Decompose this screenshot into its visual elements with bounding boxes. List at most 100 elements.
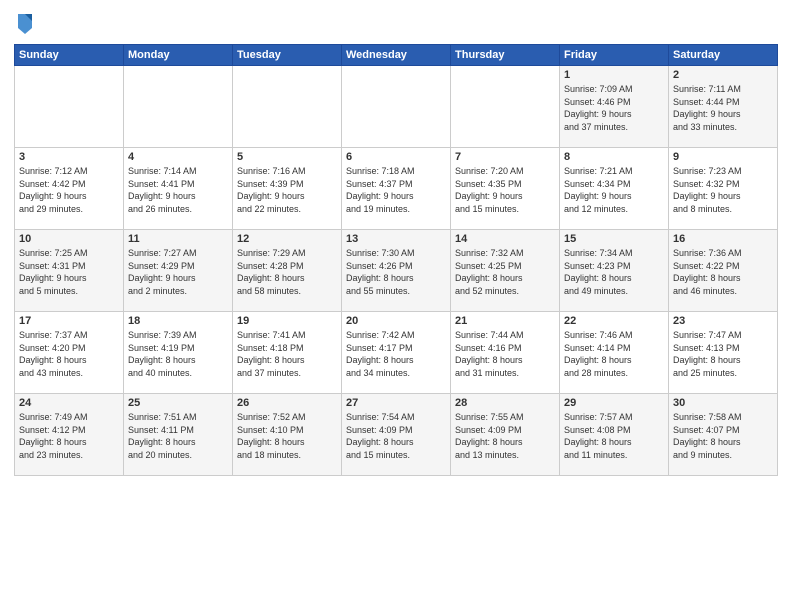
day-info: Sunrise: 7:46 AM Sunset: 4:14 PM Dayligh…	[564, 329, 664, 379]
day-info: Sunrise: 7:58 AM Sunset: 4:07 PM Dayligh…	[673, 411, 773, 461]
calendar-cell: 7Sunrise: 7:20 AM Sunset: 4:35 PM Daylig…	[451, 148, 560, 230]
day-info: Sunrise: 7:21 AM Sunset: 4:34 PM Dayligh…	[564, 165, 664, 215]
day-info: Sunrise: 7:54 AM Sunset: 4:09 PM Dayligh…	[346, 411, 446, 461]
day-number: 16	[673, 233, 773, 245]
calendar-cell	[451, 66, 560, 148]
day-info: Sunrise: 7:32 AM Sunset: 4:25 PM Dayligh…	[455, 247, 555, 297]
calendar-cell: 26Sunrise: 7:52 AM Sunset: 4:10 PM Dayli…	[233, 394, 342, 476]
col-header-wednesday: Wednesday	[342, 45, 451, 66]
calendar-cell: 29 Sunrise: 7:57 AM Sunset: 4:08 PM Dayli…	[560, 394, 669, 476]
calendar-cell	[233, 66, 342, 148]
day-info: Sunrise: 7:37 AM Sunset: 4:20 PM Dayligh…	[19, 329, 119, 379]
calendar-cell: 8 Sunrise: 7:21 AM Sunset: 4:34 PM Daylig…	[560, 148, 669, 230]
day-number: 9	[673, 151, 773, 163]
day-number: 14	[455, 233, 555, 245]
day-number: 20	[346, 315, 446, 327]
day-number: 15	[564, 233, 664, 245]
day-info: Sunrise: 7:18 AM Sunset: 4:37 PM Dayligh…	[346, 165, 446, 215]
calendar-cell: 15 Sunrise: 7:34 AM Sunset: 4:23 PM Dayli…	[560, 230, 669, 312]
logo-icon	[14, 10, 36, 38]
day-number: 21	[455, 315, 555, 327]
col-header-tuesday: Tuesday	[233, 45, 342, 66]
day-number: 13	[346, 233, 446, 245]
day-number: 10	[19, 233, 119, 245]
calendar-cell: 14 Sunrise: 7:32 AM Sunset: 4:25 PM Dayli…	[451, 230, 560, 312]
calendar-cell: 17Sunrise: 7:37 AM Sunset: 4:20 PM Dayli…	[15, 312, 124, 394]
day-info: Sunrise: 7:12 AM Sunset: 4:42 PM Dayligh…	[19, 165, 119, 215]
day-number: 12	[237, 233, 337, 245]
day-number: 19	[237, 315, 337, 327]
day-info: Sunrise: 7:51 AM Sunset: 4:11 PM Dayligh…	[128, 411, 228, 461]
day-number: 1	[564, 69, 664, 81]
calendar-cell	[342, 66, 451, 148]
day-info: Sunrise: 7:41 AM Sunset: 4:18 PM Dayligh…	[237, 329, 337, 379]
day-number: 2	[673, 69, 773, 81]
day-number: 29	[564, 397, 664, 409]
day-info: Sunrise: 7:49 AM Sunset: 4:12 PM Dayligh…	[19, 411, 119, 461]
calendar-cell: 1Sunrise: 7:09 AM Sunset: 4:46 PM Daylig…	[560, 66, 669, 148]
calendar-cell: 9Sunrise: 7:23 AM Sunset: 4:32 PM Daylig…	[669, 148, 778, 230]
calendar-cell	[15, 66, 124, 148]
calendar-cell: 11 Sunrise: 7:27 AM Sunset: 4:29 PM Dayli…	[124, 230, 233, 312]
calendar-cell: 16 Sunrise: 7:36 AM Sunset: 4:22 PM Dayli…	[669, 230, 778, 312]
logo	[14, 10, 38, 38]
calendar-cell: 4 Sunrise: 7:14 AM Sunset: 4:41 PM Daylig…	[124, 148, 233, 230]
day-number: 11	[128, 233, 228, 245]
header	[14, 10, 778, 38]
day-info: Sunrise: 7:42 AM Sunset: 4:17 PM Dayligh…	[346, 329, 446, 379]
calendar-cell: 21 Sunrise: 7:44 AM Sunset: 4:16 PM Dayli…	[451, 312, 560, 394]
day-info: Sunrise: 7:36 AM Sunset: 4:22 PM Dayligh…	[673, 247, 773, 297]
calendar-cell: 10 Sunrise: 7:25 AM Sunset: 4:31 PM Dayli…	[15, 230, 124, 312]
calendar-cell	[124, 66, 233, 148]
calendar-cell: 3 Sunrise: 7:12 AM Sunset: 4:42 PM Daylig…	[15, 148, 124, 230]
calendar-week-4: 17Sunrise: 7:37 AM Sunset: 4:20 PM Dayli…	[15, 312, 778, 394]
col-header-thursday: Thursday	[451, 45, 560, 66]
calendar-cell: 6 Sunrise: 7:18 AM Sunset: 4:37 PM Daylig…	[342, 148, 451, 230]
calendar-table: SundayMondayTuesdayWednesdayThursdayFrid…	[14, 44, 778, 476]
day-info: Sunrise: 7:16 AM Sunset: 4:39 PM Dayligh…	[237, 165, 337, 215]
day-info: Sunrise: 7:57 AM Sunset: 4:08 PM Dayligh…	[564, 411, 664, 461]
day-info: Sunrise: 7:34 AM Sunset: 4:23 PM Dayligh…	[564, 247, 664, 297]
calendar-cell: 30 Sunrise: 7:58 AM Sunset: 4:07 PM Dayli…	[669, 394, 778, 476]
calendar-cell: 19 Sunrise: 7:41 AM Sunset: 4:18 PM Dayli…	[233, 312, 342, 394]
calendar-cell: 2 Sunrise: 7:11 AM Sunset: 4:44 PM Daylig…	[669, 66, 778, 148]
day-number: 7	[455, 151, 555, 163]
day-info: Sunrise: 7:11 AM Sunset: 4:44 PM Dayligh…	[673, 83, 773, 133]
day-number: 28	[455, 397, 555, 409]
day-number: 3	[19, 151, 119, 163]
day-number: 30	[673, 397, 773, 409]
calendar-week-5: 24 Sunrise: 7:49 AM Sunset: 4:12 PM Dayli…	[15, 394, 778, 476]
day-info: Sunrise: 7:55 AM Sunset: 4:09 PM Dayligh…	[455, 411, 555, 461]
day-info: Sunrise: 7:44 AM Sunset: 4:16 PM Dayligh…	[455, 329, 555, 379]
day-info: Sunrise: 7:27 AM Sunset: 4:29 PM Dayligh…	[128, 247, 228, 297]
day-info: Sunrise: 7:47 AM Sunset: 4:13 PM Dayligh…	[673, 329, 773, 379]
calendar-cell: 25 Sunrise: 7:51 AM Sunset: 4:11 PM Dayli…	[124, 394, 233, 476]
calendar-cell: 23Sunrise: 7:47 AM Sunset: 4:13 PM Dayli…	[669, 312, 778, 394]
calendar-cell: 18Sunrise: 7:39 AM Sunset: 4:19 PM Dayli…	[124, 312, 233, 394]
day-info: Sunrise: 7:29 AM Sunset: 4:28 PM Dayligh…	[237, 247, 337, 297]
col-header-saturday: Saturday	[669, 45, 778, 66]
calendar-week-1: 1Sunrise: 7:09 AM Sunset: 4:46 PM Daylig…	[15, 66, 778, 148]
col-header-monday: Monday	[124, 45, 233, 66]
day-number: 24	[19, 397, 119, 409]
day-number: 25	[128, 397, 228, 409]
calendar-cell: 28 Sunrise: 7:55 AM Sunset: 4:09 PM Dayli…	[451, 394, 560, 476]
calendar-cell: 22Sunrise: 7:46 AM Sunset: 4:14 PM Dayli…	[560, 312, 669, 394]
calendar-cell: 20 Sunrise: 7:42 AM Sunset: 4:17 PM Dayli…	[342, 312, 451, 394]
calendar-cell: 24 Sunrise: 7:49 AM Sunset: 4:12 PM Dayli…	[15, 394, 124, 476]
day-info: Sunrise: 7:14 AM Sunset: 4:41 PM Dayligh…	[128, 165, 228, 215]
day-info: Sunrise: 7:25 AM Sunset: 4:31 PM Dayligh…	[19, 247, 119, 297]
day-number: 5	[237, 151, 337, 163]
calendar-cell: 5 Sunrise: 7:16 AM Sunset: 4:39 PM Daylig…	[233, 148, 342, 230]
calendar-cell: 12 Sunrise: 7:29 AM Sunset: 4:28 PM Dayli…	[233, 230, 342, 312]
col-header-sunday: Sunday	[15, 45, 124, 66]
day-info: Sunrise: 7:52 AM Sunset: 4:10 PM Dayligh…	[237, 411, 337, 461]
day-number: 27	[346, 397, 446, 409]
calendar-week-3: 10 Sunrise: 7:25 AM Sunset: 4:31 PM Dayli…	[15, 230, 778, 312]
day-number: 6	[346, 151, 446, 163]
day-number: 4	[128, 151, 228, 163]
day-number: 18	[128, 315, 228, 327]
calendar-header-row: SundayMondayTuesdayWednesdayThursdayFrid…	[15, 45, 778, 66]
day-number: 8	[564, 151, 664, 163]
col-header-friday: Friday	[560, 45, 669, 66]
